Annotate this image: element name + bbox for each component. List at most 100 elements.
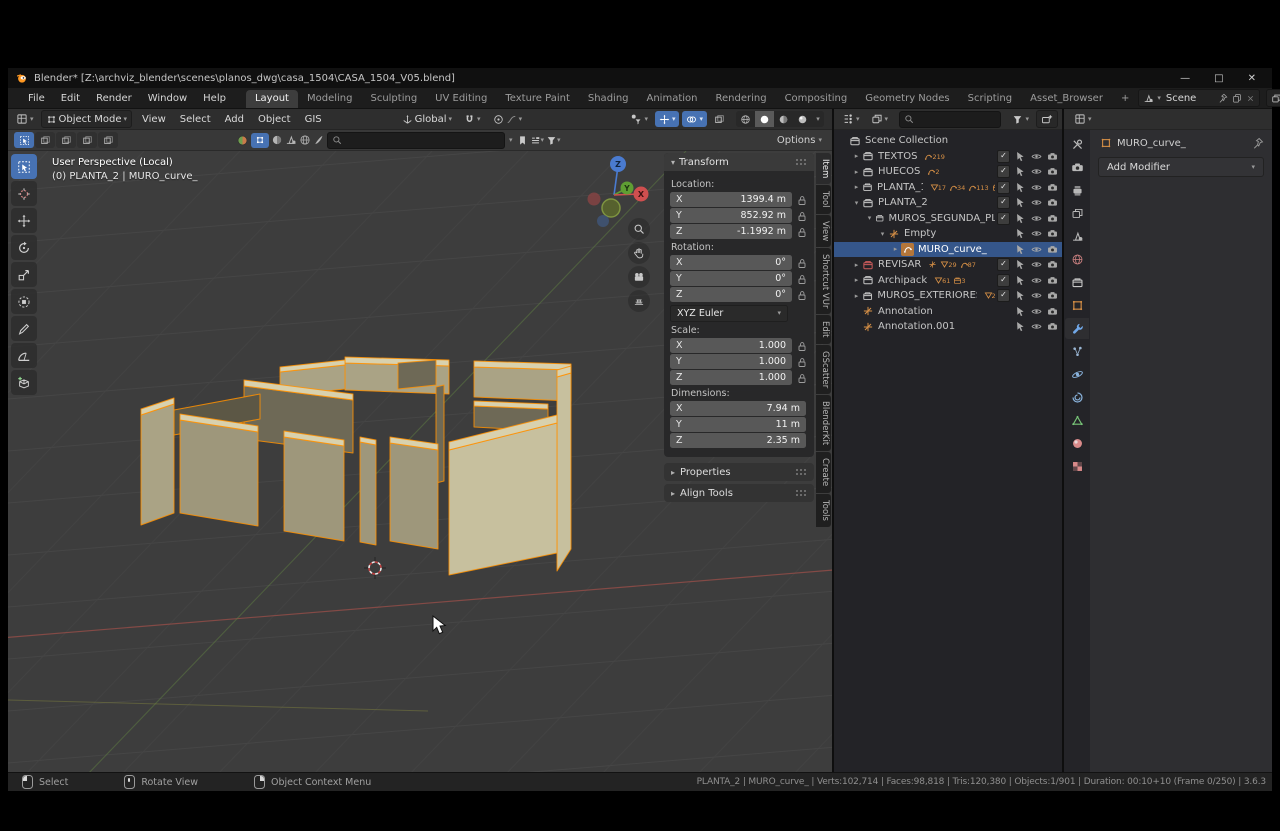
viewport-menu-view[interactable]: View [135, 112, 173, 127]
expander-icon[interactable]: ▸ [851, 183, 862, 191]
lock-icon[interactable] [796, 372, 808, 384]
sidebar-tab-gscatter[interactable]: GScatter [816, 345, 831, 394]
xray-toggle[interactable] [710, 111, 729, 127]
scale-x-field[interactable]: X1.000 [670, 338, 792, 353]
move-tool[interactable] [11, 208, 37, 233]
wall-polygon[interactable] [180, 420, 258, 526]
scale-z-field[interactable]: Z1.000 [670, 370, 792, 385]
outliner-editor-type-button[interactable]: ▾ [838, 111, 864, 127]
workspace-tab-animation[interactable]: Animation [638, 90, 707, 108]
bookmark-icon[interactable] [517, 135, 528, 146]
menu-file[interactable]: File [20, 91, 53, 106]
shading-material-button[interactable] [774, 111, 793, 127]
hide-viewport-icon[interactable] [1031, 197, 1042, 208]
add-cube-tool[interactable] [11, 370, 37, 395]
orientation-selector[interactable]: Global ▾ [398, 111, 456, 127]
outliner-row-textos[interactable]: ▸TEXTOS219✓ [834, 149, 1062, 165]
object-data-properties-tab[interactable] [1065, 410, 1089, 431]
matcap-sphere-icon[interactable] [236, 134, 249, 147]
brush-icon[interactable] [313, 134, 325, 146]
hide-viewport-icon[interactable] [1031, 259, 1042, 270]
measure-tool[interactable] [11, 343, 37, 368]
close-icon[interactable] [1246, 94, 1255, 103]
rotate-tool[interactable] [11, 235, 37, 260]
workspace-tab-rendering[interactable]: Rendering [706, 90, 775, 108]
hide-render-icon[interactable] [1047, 259, 1058, 270]
rotation-mode-dropdown[interactable]: XYZ Euler ▾ [670, 305, 788, 322]
selectable-icon[interactable] [1015, 290, 1026, 301]
selectable-icon[interactable] [1015, 275, 1026, 286]
sidebar-tab-blenderkit[interactable]: BlenderKit [816, 395, 831, 451]
hide-render-icon[interactable] [1047, 182, 1058, 193]
lock-icon[interactable] [796, 273, 808, 285]
hide-render-icon[interactable] [1047, 213, 1058, 224]
hide-viewport-icon[interactable] [1031, 182, 1042, 193]
select-mode-intersect[interactable] [98, 132, 118, 148]
selectable-icon[interactable] [1015, 259, 1026, 270]
expander-icon[interactable]: ▸ [851, 261, 862, 269]
hide-render-icon[interactable] [1047, 275, 1058, 286]
hide-viewport-icon[interactable] [1031, 275, 1042, 286]
particles-properties-tab[interactable] [1065, 341, 1089, 362]
workspace-tab-geometry-nodes[interactable]: Geometry Nodes [856, 90, 958, 108]
workspace-tab-texture-paint[interactable]: Texture Paint [496, 90, 579, 108]
exclude-checkbox[interactable]: ✓ [997, 274, 1010, 287]
hide-render-icon[interactable] [1047, 306, 1058, 317]
exclude-checkbox[interactable]: ✓ [997, 196, 1010, 209]
viewport-menu-add[interactable]: Add [218, 112, 251, 127]
object-properties-tab[interactable] [1065, 295, 1089, 316]
exclude-checkbox[interactable]: ✓ [997, 258, 1010, 271]
outliner-row-empty[interactable]: ▾Empty [834, 226, 1062, 242]
contrast-icon[interactable] [271, 134, 283, 146]
select-mode-new[interactable] [14, 132, 34, 148]
copy-icon[interactable] [1232, 93, 1242, 103]
hide-viewport-icon[interactable] [1031, 213, 1042, 224]
selectable-icon[interactable] [1015, 166, 1026, 177]
workspace-tab-compositing[interactable]: Compositing [776, 90, 857, 108]
camera-view-button[interactable] [628, 266, 650, 288]
wall-polygon[interactable] [557, 373, 571, 571]
shading-solid-button[interactable] [755, 111, 774, 127]
pan-hand-button[interactable] [628, 242, 650, 264]
outliner-row-planta-1[interactable]: ▸PLANTA_11734113✓ [834, 180, 1062, 196]
filter-button[interactable]: ▾ [546, 135, 561, 146]
select-mode-extend[interactable] [35, 132, 55, 148]
sidebar-tab-view[interactable]: View [816, 215, 831, 247]
exclude-checkbox[interactable]: ✓ [997, 212, 1010, 225]
output-properties-tab[interactable] [1065, 180, 1089, 201]
workspace-tab-sculpting[interactable]: Sculpting [361, 90, 426, 108]
menu-render[interactable]: Render [88, 91, 140, 106]
gizmos-toggle[interactable]: ▾ [655, 111, 680, 127]
location-x-field[interactable]: X1399.4 m [670, 192, 792, 207]
viewlayer-selector[interactable]: ▾ ViewLayer [1266, 89, 1280, 107]
material-properties-tab[interactable] [1065, 433, 1089, 454]
world-filter-icon[interactable] [299, 134, 311, 146]
ortho-grid-button[interactable] [628, 290, 650, 312]
sidebar-tab-create[interactable]: Create [816, 452, 831, 492]
drag-grip-icon[interactable] [795, 468, 807, 476]
workspace-tab-asset-browser[interactable]: Asset_Browser [1021, 90, 1112, 108]
rotation-z-field[interactable]: Z0° [670, 287, 792, 302]
shading-dropdown[interactable]: ▾ [812, 111, 824, 127]
sidebar-tab-item[interactable]: Item [816, 153, 831, 184]
outliner-row-revisar[interactable]: ▸REVISAR2987✓ [834, 257, 1062, 273]
sidebar-tab-tools[interactable]: Tools [816, 494, 831, 527]
physics-properties-tab[interactable] [1065, 364, 1089, 385]
hide-render-icon[interactable] [1047, 197, 1058, 208]
expander-icon[interactable]: ▾ [877, 230, 888, 238]
dimensions-z-field[interactable]: Z2.35 m [670, 433, 806, 448]
hide-render-icon[interactable] [1047, 290, 1058, 301]
exclude-checkbox[interactable]: ✓ [997, 165, 1010, 178]
panel-properties[interactable]: ▸Properties [664, 463, 814, 481]
panel-align-tools[interactable]: ▸Align Tools [664, 484, 814, 502]
viewport-canvas[interactable]: User Perspective (Local) (0) PLANTA_2 | … [8, 151, 832, 772]
scene-properties-tab[interactable] [1065, 226, 1089, 247]
hide-viewport-icon[interactable] [1031, 244, 1042, 255]
hide-viewport-icon[interactable] [1031, 166, 1042, 177]
lock-icon[interactable] [796, 257, 808, 269]
outliner-filter-button[interactable]: ▾ [1008, 111, 1033, 127]
expander-icon[interactable]: ▾ [864, 214, 875, 222]
select-mode-invert[interactable] [77, 132, 97, 148]
select-mode-subtract[interactable] [56, 132, 76, 148]
expander-icon[interactable]: ▸ [851, 168, 862, 176]
